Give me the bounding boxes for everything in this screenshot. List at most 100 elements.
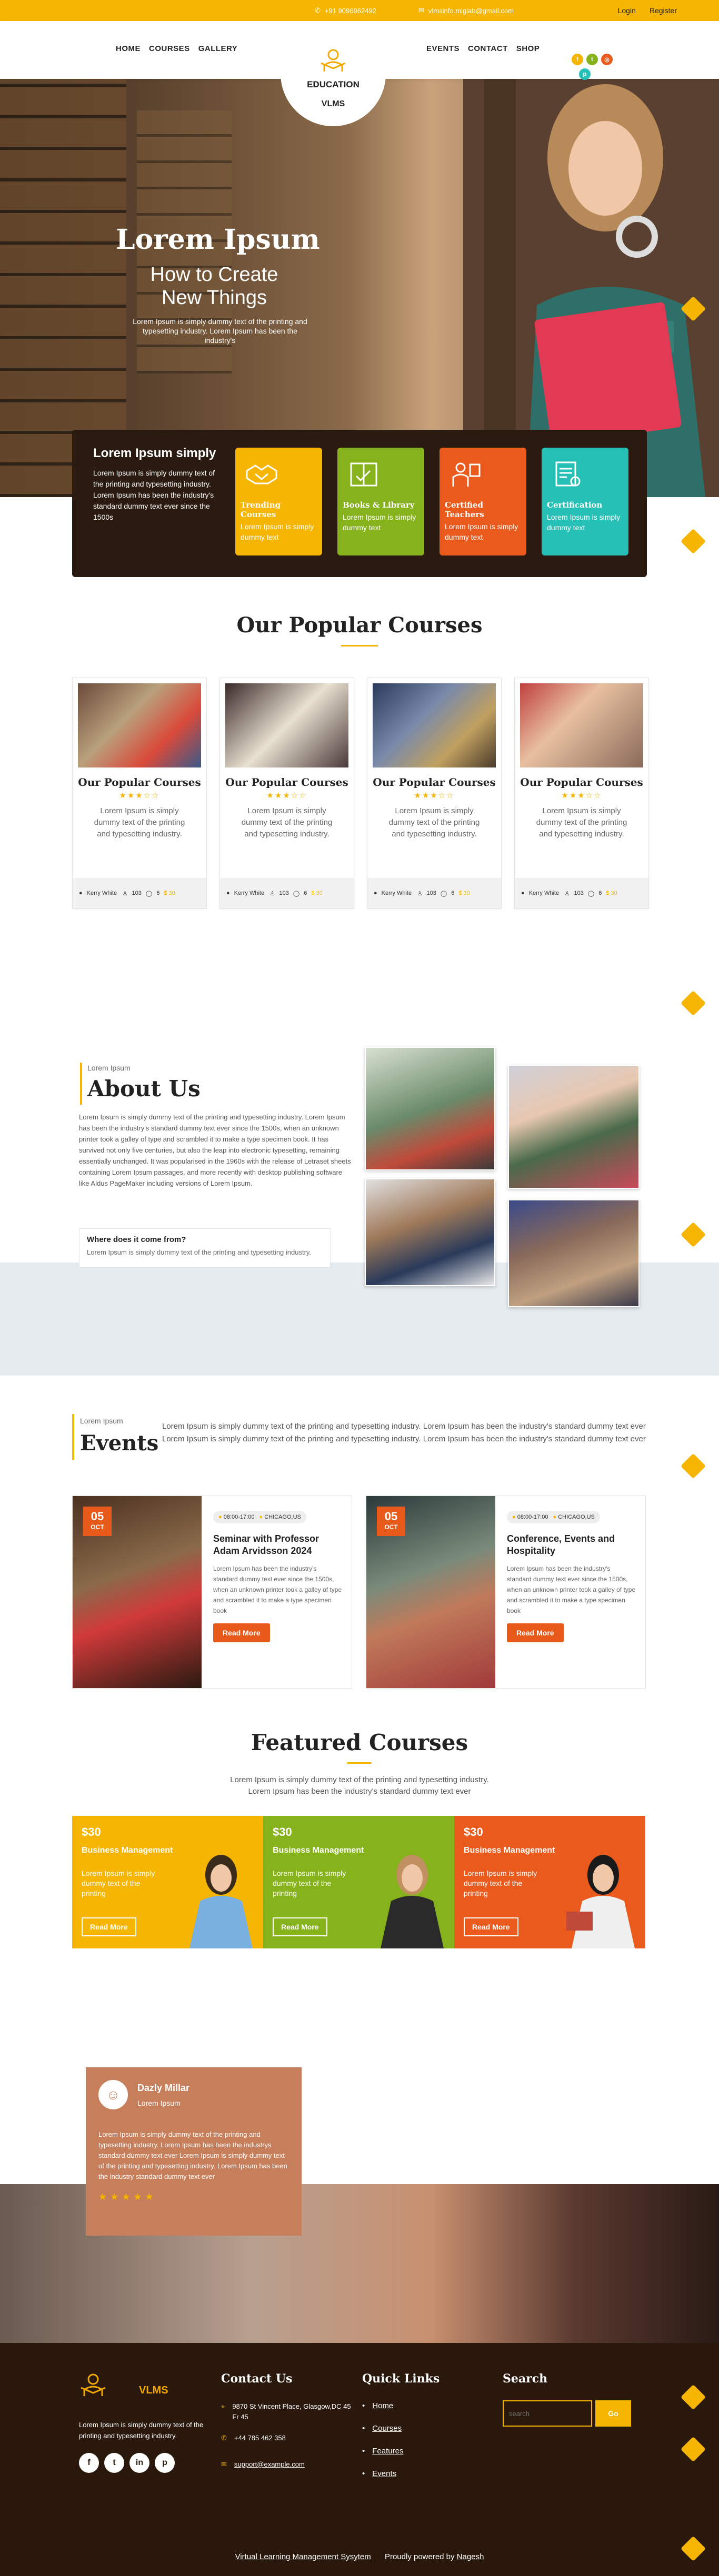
testimonial-card: ☺ Dazly Millar Lorem Ipsum Lorem Ipsum i… [86,2067,302,2236]
comments-count: 6 [156,890,160,896]
course-title: Business Management [464,1846,555,1855]
event-day: 05 [384,1510,398,1523]
feature-card-certification[interactable]: Certification Lorem Ipsum is simply dumm… [542,448,628,555]
course-card[interactable]: Our Popular Courses ★★★☆☆ Lorem Ipsum is… [514,678,649,909]
footer-links: Quick Links Home Courses Features Events [362,2372,478,2492]
course-title: Business Management [273,1846,364,1855]
instagram-icon[interactable]: ◎ [601,54,613,65]
course-price: $ 30 [311,890,323,896]
contact-heading: Contact Us [221,2372,293,2386]
rating-stars: ★★★☆☆ [119,791,160,800]
features-title: Lorem Ipsum simply [93,446,216,460]
course-author: Kerry White [381,890,412,896]
phone-info: ✆ +91 9096962492 [315,6,376,15]
nav-shop[interactable]: SHOP [516,44,540,53]
feature-card-books[interactable]: Books & Library Lorem Ipsum is simply du… [337,448,424,555]
author-link[interactable]: Nagesh [457,2552,484,2561]
featured-card[interactable]: $30 Business Management Lorem Ipsum is s… [454,1816,645,1948]
footer-email[interactable]: support@example.com [234,2460,305,2469]
course-text: Lorem Ipsum is simply dummy text of the … [94,806,185,839]
footer-brand: VLMS Lorem Ipsum is simply dummy text of… [79,2372,221,2473]
footer-social: f t in p [79,2453,221,2473]
nav-events[interactable]: EVENTS [426,44,460,53]
facebook-icon[interactable]: f [572,54,583,65]
footer-search: Search Go [503,2372,640,2427]
event-card[interactable]: 05 OCT ● 08:00-17:00 ● CHICAGO,US Semina… [72,1496,352,1689]
comments-icon: ◯ [587,890,595,897]
course-price: $ 30 [164,890,175,896]
logo-text: EDUCATION [307,79,359,89]
comments-count: 6 [598,890,602,896]
event-day: 05 [91,1510,104,1523]
event-place: CHICAGO,US [264,1514,301,1520]
email-info: ✉ vlmsinfo.miglab@gmail.com [418,6,514,15]
course-card[interactable]: Our Popular Courses ★★★☆☆ Lorem Ipsum is… [72,678,207,909]
nav-gallery[interactable]: GALLERY [198,44,238,53]
site-logo[interactable]: EDUCATION VLMS [281,21,386,126]
footer-link-courses[interactable]: Courses [372,2424,402,2433]
event-time: 08:00-17:00 [223,1514,255,1520]
scroll-bell-icon[interactable] [680,1221,706,1248]
course-meta: ● Kerry White ♙ 103 ◯ 6 $ 30 [73,878,206,908]
features-box: Lorem Ipsum simply Lorem Ipsum is simply… [72,430,647,577]
course-price: $30 [464,1825,483,1838]
course-card[interactable]: Our Popular Courses ★★★☆☆ Lorem Ipsum is… [219,678,354,909]
featured-heading: Featured Courses [251,1730,468,1755]
twitter-icon[interactable]: t [586,54,598,65]
register-link[interactable]: Register [650,6,677,15]
copyright-bar: Virtual Learning Management Sysytem Prou… [0,2552,719,2561]
handshake-icon [246,464,277,484]
course-meta: ● Kerry White ♙ 103 ◯ 6 $ 30 [515,878,648,908]
linkedin-icon[interactable]: in [129,2453,149,2473]
course-title: Our Popular Courses [373,776,496,789]
students-count: 103 [574,890,584,896]
scroll-bell-icon[interactable] [680,2436,706,2462]
events-kicker: Lorem Ipsum [80,1417,123,1425]
feature-card-teachers[interactable]: Certified Teachers Lorem Ipsum is simply… [440,448,526,555]
scroll-bell-icon[interactable] [680,2384,706,2410]
feature-card-text: Lorem Ipsum is simply dummy text [547,513,621,532]
scroll-bell-icon[interactable] [680,990,706,1016]
read-more-button[interactable]: Read More [82,1917,136,1936]
search-button[interactable]: Go [595,2400,631,2427]
course-image [225,683,348,767]
students-count: 103 [132,890,142,896]
footer-link-events[interactable]: Events [372,2469,396,2478]
read-more-button[interactable]: Read More [507,1623,564,1642]
search-input[interactable] [503,2400,592,2427]
footer-address: 9870 St Vincent Place, Glasgow,DC 45 Fr … [232,2402,351,2421]
nav-contact[interactable]: CONTACT [468,44,508,53]
footer-link-home[interactable]: Home [372,2401,393,2410]
students-count: 103 [279,890,289,896]
student-photo [566,1855,635,1948]
course-title: Our Popular Courses [78,776,201,789]
read-more-button[interactable]: Read More [213,1623,270,1642]
event-text: Lorem Ipsum has been the industry's stan… [213,1565,342,1614]
site-footer: VLMS Lorem Ipsum is simply dummy text of… [0,2343,719,2576]
course-title: Our Popular Courses [520,776,643,789]
course-text: Lorem Ipsum is simply dummy text of the … [273,1869,346,1897]
pinterest-icon[interactable]: p [155,2453,175,2473]
nav-courses[interactable]: COURSES [149,44,190,53]
feature-card-text: Lorem Ipsum is simply dummy text [343,513,416,532]
featured-card[interactable]: $30 Business Management Lorem Ipsum is s… [263,1816,454,1948]
facebook-icon[interactable]: f [79,2453,99,2473]
event-card[interactable]: 05 OCT ● 08:00-17:00 ● CHICAGO,US Confer… [366,1496,646,1689]
read-more-button[interactable]: Read More [464,1917,518,1936]
course-card[interactable]: Our Popular Courses ★★★☆☆ Lorem Ipsum is… [367,678,502,909]
nav-home[interactable]: HOME [116,44,141,53]
twitter-icon[interactable]: t [104,2453,124,2473]
read-more-button[interactable]: Read More [273,1917,327,1936]
login-link[interactable]: Login [618,6,636,15]
popular-heading: Our Popular Courses [236,613,483,638]
scroll-bell-icon[interactable] [680,1453,706,1479]
feature-card-trending[interactable]: Trending Courses Lorem Ipsum is simply d… [235,448,322,555]
comments-icon: ◯ [440,890,447,897]
pinterest-icon[interactable]: p [579,68,591,80]
teacher-icon [452,462,481,487]
featured-card[interactable]: $30 Business Management Lorem Ipsum is s… [72,1816,263,1948]
phone-icon: ✆ [221,2434,227,2442]
footer-link-features[interactable]: Features [372,2447,403,2456]
copyright-site-link[interactable]: Virtual Learning Management Sysytem [235,2552,371,2561]
scroll-bell-icon[interactable] [680,528,706,554]
